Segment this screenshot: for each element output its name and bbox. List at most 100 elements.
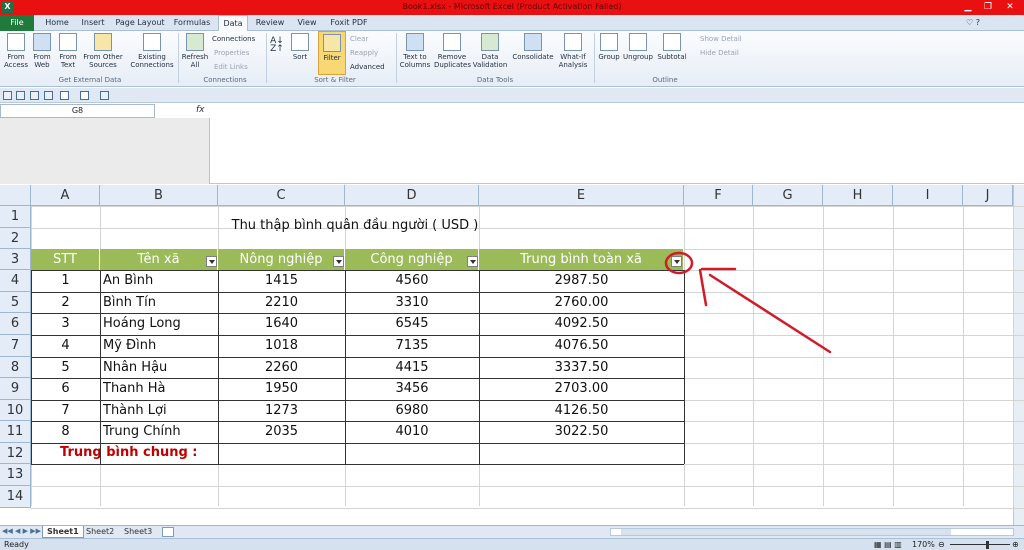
redo-icon[interactable] xyxy=(80,91,89,100)
table-cell[interactable]: 1018 xyxy=(218,338,345,353)
maximize-icon[interactable]: ❐ xyxy=(980,1,996,13)
sheet-tab-sheet2[interactable]: Sheet2 xyxy=(82,526,118,538)
table-cell[interactable]: 1640 xyxy=(218,316,345,331)
table-cell[interactable]: 4 xyxy=(31,338,100,353)
row-header[interactable]: 7 xyxy=(0,335,31,357)
table-cell[interactable]: 1950 xyxy=(218,381,345,396)
advanced-button[interactable]: Advanced xyxy=(350,63,385,72)
row-header[interactable]: 10 xyxy=(0,400,31,421)
row-header[interactable]: 13 xyxy=(0,464,31,486)
sheet-tab-sheet1[interactable]: Sheet1 xyxy=(42,526,84,538)
from-other-sources-button[interactable]: From Other Sources xyxy=(82,33,124,69)
tab-insert[interactable]: Insert xyxy=(76,15,110,31)
table-cell[interactable]: 6545 xyxy=(345,316,479,331)
table-cell[interactable]: 2260 xyxy=(218,360,345,375)
select-all-corner[interactable] xyxy=(0,185,31,206)
help-icon[interactable]: ♡ ? xyxy=(966,18,980,27)
from-access-button[interactable]: From Access xyxy=(2,33,30,69)
save-icon[interactable] xyxy=(3,91,12,100)
properties-button[interactable]: Properties xyxy=(214,49,249,58)
table-cell[interactable]: 4010 xyxy=(345,424,479,439)
header-ten-xa[interactable]: Tên xã xyxy=(100,249,218,270)
table-cell[interactable]: Thanh Hà xyxy=(103,381,218,396)
table-cell[interactable]: 5 xyxy=(31,360,100,375)
insert-sheet-icon[interactable] xyxy=(162,527,174,537)
table-cell[interactable]: 2210 xyxy=(218,295,345,310)
column-header-d[interactable]: D xyxy=(345,185,479,206)
zoom-slider-thumb[interactable] xyxy=(986,541,989,549)
table-cell[interactable]: 3456 xyxy=(345,381,479,396)
row-header[interactable]: 5 xyxy=(0,292,31,313)
table-cell[interactable]: Trung Chính xyxy=(103,424,218,439)
table-cell[interactable]: Mỹ Đình xyxy=(103,338,218,353)
table-cell[interactable]: 1 xyxy=(31,273,100,288)
sort-button[interactable]: Sort xyxy=(288,33,312,61)
minimize-icon[interactable]: ▁ xyxy=(960,1,976,13)
header-nong-nghiep[interactable]: Nông nghiệp xyxy=(218,249,345,270)
from-web-button[interactable]: From Web xyxy=(30,33,54,69)
vertical-scrollbar[interactable] xyxy=(1013,185,1024,525)
table-cell[interactable]: 4126.50 xyxy=(479,403,684,418)
existing-connections-button[interactable]: Existing Connections xyxy=(128,33,176,69)
row-header[interactable]: 3 xyxy=(0,249,31,270)
column-header-c[interactable]: C xyxy=(218,185,345,206)
hide-detail-button[interactable]: Hide Detail xyxy=(700,49,739,58)
zoom-slider[interactable] xyxy=(950,544,1010,545)
row-header[interactable]: 1 xyxy=(0,206,31,228)
refresh-all-button[interactable]: Refresh All xyxy=(180,33,210,69)
filter-dropdown-icon[interactable] xyxy=(333,256,344,267)
column-header-b[interactable]: B xyxy=(100,185,218,206)
table-cell[interactable]: Hoáng Long xyxy=(103,316,218,331)
header-cong-nghiep[interactable]: Công nghiệp xyxy=(345,249,479,270)
edit-links-button[interactable]: Edit Links xyxy=(214,63,248,72)
horizontal-scrollbar[interactable] xyxy=(610,528,1014,536)
name-box[interactable]: G8 xyxy=(0,104,155,118)
new-file-icon[interactable] xyxy=(30,91,39,100)
table-cell[interactable]: 7 xyxy=(31,403,100,418)
sheet-tab-sheet3[interactable]: Sheet3 xyxy=(120,526,156,538)
column-header-a[interactable]: A xyxy=(31,185,100,206)
table-cell[interactable]: 6 xyxy=(31,381,100,396)
group-button[interactable]: Group xyxy=(596,33,622,61)
table-cell[interactable]: An Bình xyxy=(103,273,218,288)
column-header-i[interactable]: I xyxy=(893,185,963,206)
data-validation-button[interactable]: Data Validation xyxy=(472,33,508,69)
spelling-icon[interactable] xyxy=(100,91,109,100)
table-cell[interactable]: 1415 xyxy=(218,273,345,288)
view-mode-icons[interactable]: ▦ ▤ ▥ xyxy=(874,540,902,549)
reapply-button[interactable]: Reapply xyxy=(350,49,378,58)
zoom-in-icon[interactable]: ⊕ xyxy=(1012,540,1019,549)
zoom-level[interactable]: 170% xyxy=(912,540,935,549)
subtotal-button[interactable]: Subtotal xyxy=(656,33,688,61)
table-cell[interactable]: Bình Tín xyxy=(103,295,218,310)
column-header-h[interactable]: H xyxy=(823,185,893,206)
what-if-analysis-button[interactable]: What-If Analysis xyxy=(556,33,590,69)
filter-dropdown-icon[interactable] xyxy=(206,256,217,267)
sort-az-icon[interactable]: A↓ Z↑ xyxy=(270,37,284,54)
row-header[interactable]: 2 xyxy=(0,228,31,249)
table-cell[interactable]: 2 xyxy=(31,295,100,310)
filter-dropdown-icon[interactable] xyxy=(467,256,478,267)
text-to-columns-button[interactable]: Text to Columns xyxy=(398,33,432,69)
tab-file[interactable]: File xyxy=(0,15,34,31)
table-cell[interactable]: 1273 xyxy=(218,403,345,418)
table-title[interactable]: Thu thập bình quân đầu người ( USD ) xyxy=(100,218,610,233)
print-icon[interactable] xyxy=(16,91,25,100)
table-cell[interactable]: Thành Lợi xyxy=(103,403,218,418)
ungroup-button[interactable]: Ungroup xyxy=(622,33,654,61)
table-cell[interactable]: 3022.50 xyxy=(479,424,684,439)
table-cell[interactable]: 3 xyxy=(31,316,100,331)
summary-label[interactable]: Trung bình chung : xyxy=(60,445,198,460)
table-cell[interactable]: 2703.00 xyxy=(479,381,684,396)
sheet-nav-arrows-icon[interactable]: ◀◀ ◀ ▶ ▶▶ xyxy=(2,527,41,535)
column-header-e[interactable]: E xyxy=(479,185,684,206)
worksheet-grid[interactable]: A B C D E F G H I J 1 2 3 4 5 6 7 8 9 10 11 12 13 14 … xyxy=(0,185,1024,525)
table-cell[interactable]: Nhân Hậu xyxy=(103,360,218,375)
table-cell[interactable]: 4560 xyxy=(345,273,479,288)
column-header-j[interactable]: J xyxy=(963,185,1013,206)
consolidate-button[interactable]: Consolidate xyxy=(510,33,556,61)
column-header-g[interactable]: G xyxy=(753,185,823,206)
table-cell[interactable]: 6980 xyxy=(345,403,479,418)
table-cell[interactable]: 2035 xyxy=(218,424,345,439)
remove-duplicates-button[interactable]: Remove Duplicates xyxy=(434,33,471,69)
